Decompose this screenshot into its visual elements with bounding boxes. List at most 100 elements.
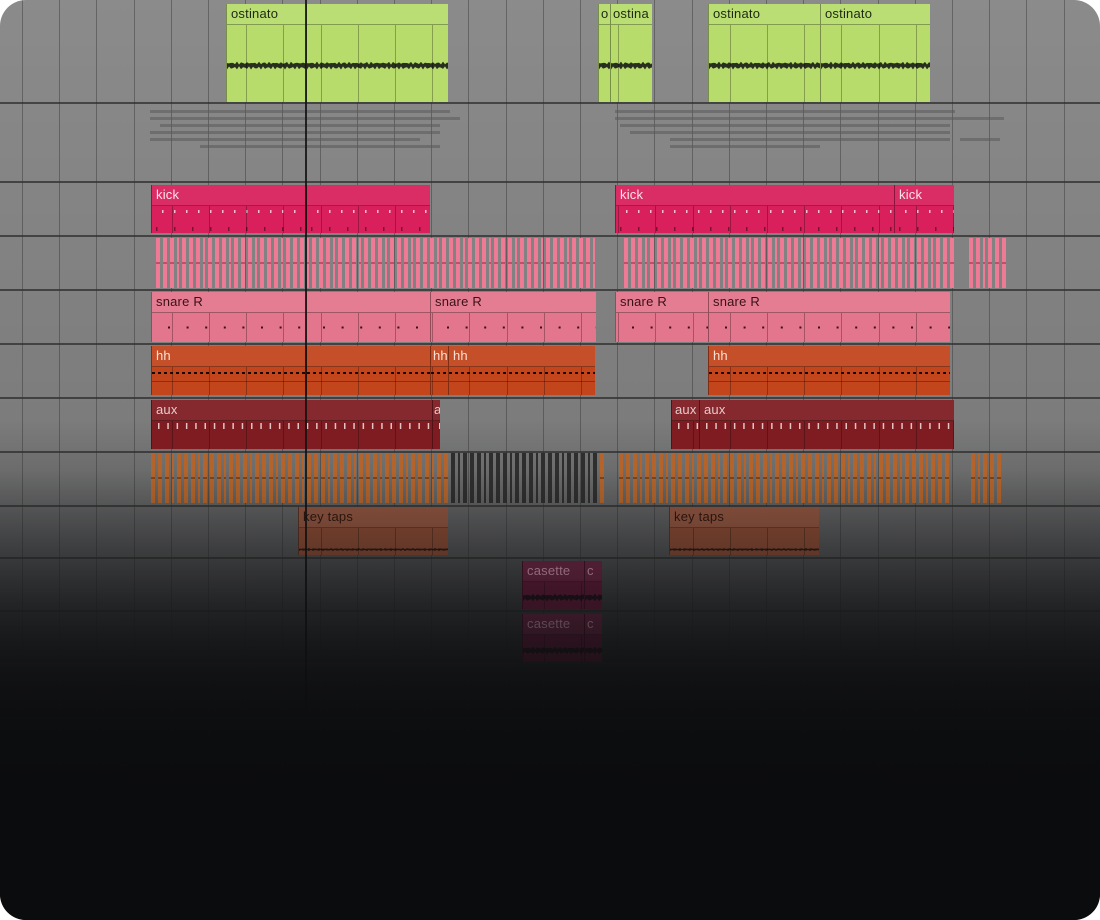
bar-divider <box>432 528 433 555</box>
bar-divider <box>767 421 768 449</box>
clip-snare[interactable]: snare R <box>615 292 708 342</box>
clip-hh[interactable]: hh <box>151 346 306 395</box>
clip-kick[interactable] <box>306 185 430 233</box>
bar-divider <box>841 206 842 233</box>
clip-content <box>821 25 930 102</box>
bar-divider <box>767 528 768 555</box>
clip-content <box>709 367 950 395</box>
bar-divider <box>507 313 508 342</box>
bar-divider <box>395 528 396 555</box>
bar-divider <box>804 25 805 102</box>
clip-content <box>523 635 584 662</box>
clip-ostinato[interactable] <box>306 4 448 102</box>
clip-content <box>307 206 430 233</box>
clip-label: hh <box>453 348 468 363</box>
clip-ostinato[interactable]: o <box>598 4 610 102</box>
bar-divider <box>172 206 173 233</box>
bar-divider <box>507 367 508 395</box>
bar-divider <box>432 367 433 395</box>
bar-divider <box>879 25 880 102</box>
clip-kick[interactable]: kick <box>151 185 306 233</box>
clip-hh[interactable]: hh <box>430 346 448 395</box>
clip-casette[interactable]: c <box>584 614 602 662</box>
bar-divider <box>246 367 247 395</box>
bar-divider <box>804 206 805 233</box>
bar-divider <box>581 635 582 662</box>
bar-divider <box>953 206 954 233</box>
bar-divider <box>879 367 880 395</box>
clip-content <box>307 25 448 102</box>
bar-divider <box>172 367 173 395</box>
clip-label: snare R <box>435 294 482 309</box>
clip-label: a <box>434 402 440 418</box>
bar-divider <box>172 313 173 342</box>
bar-divider <box>395 206 396 233</box>
bar-divider <box>767 206 768 233</box>
clip-hh[interactable] <box>306 346 430 395</box>
clip-key-taps[interactable]: key taps <box>669 507 819 555</box>
clip-aux[interactable]: aux <box>151 400 432 449</box>
clip-aux[interactable]: a <box>432 400 440 449</box>
clip-content <box>152 421 432 449</box>
bar-divider <box>469 367 470 395</box>
bar-divider <box>655 206 656 233</box>
bar-divider <box>916 313 917 342</box>
clip-aux[interactable]: aux <box>671 400 699 449</box>
clip-key-taps[interactable]: key taps <box>298 507 448 555</box>
clip-hh[interactable]: hh <box>448 346 595 395</box>
bar-divider <box>841 313 842 342</box>
clip-content <box>227 25 306 102</box>
clip-label: aux <box>675 402 697 417</box>
bar-divider <box>916 206 917 233</box>
bar-divider <box>581 582 582 609</box>
clip-ostinato[interactable]: ostinato <box>708 4 820 102</box>
clip-ostinato[interactable]: ostina <box>610 4 652 102</box>
clip-label: aux <box>704 402 726 417</box>
clip-ostinato[interactable]: ostinato <box>226 4 306 102</box>
clip-label: o <box>601 6 609 21</box>
clip-label: key taps <box>303 509 354 524</box>
clip-snare[interactable]: snare R <box>151 292 306 342</box>
bar-divider <box>841 25 842 102</box>
clip-kick[interactable]: kick <box>894 185 954 233</box>
bar-divider <box>618 313 619 342</box>
clip-kick[interactable]: kick <box>615 185 894 233</box>
clip-snare[interactable]: snare R <box>430 292 596 342</box>
bar-divider <box>693 528 694 555</box>
clip-label: ostinato <box>825 6 873 21</box>
bar-divider <box>879 206 880 233</box>
clip-casette[interactable]: casette <box>522 614 584 662</box>
clip-aux[interactable]: aux <box>699 400 954 449</box>
bar-divider <box>804 421 805 449</box>
bar-divider <box>321 421 322 449</box>
bar-divider <box>730 25 731 102</box>
bar-divider <box>246 421 247 449</box>
clip-casette[interactable]: c <box>584 561 602 609</box>
clip-kick-layer[interactable] <box>156 238 1006 288</box>
track-lanes: ostinato o ostina ostinato ostinato kick <box>0 0 1100 920</box>
bar-divider <box>841 421 842 449</box>
clip-label: c <box>587 616 594 631</box>
bar-divider <box>544 313 545 342</box>
clip-content <box>585 582 602 609</box>
bar-divider <box>804 313 805 342</box>
bar-divider <box>916 421 917 449</box>
clip-snare[interactable]: snare R <box>708 292 950 342</box>
bar-divider <box>767 367 768 395</box>
clip-ostinato[interactable]: ostinato <box>820 4 930 102</box>
clip-snare[interactable] <box>306 292 430 342</box>
clip-hh[interactable]: hh <box>708 346 950 395</box>
bar-divider <box>283 206 284 233</box>
clip-content <box>307 367 430 395</box>
clip-content <box>616 206 894 233</box>
playhead[interactable] <box>305 0 307 720</box>
bar-divider <box>321 25 322 102</box>
bar-divider <box>283 367 284 395</box>
clip-perc-layer[interactable] <box>151 453 1003 503</box>
clip-label: hh <box>156 348 171 363</box>
clip-label: casette <box>527 563 571 578</box>
bar-divider <box>730 421 731 449</box>
bar-divider <box>804 528 805 555</box>
bar-divider <box>693 313 694 342</box>
clip-casette[interactable]: casette <box>522 561 584 609</box>
